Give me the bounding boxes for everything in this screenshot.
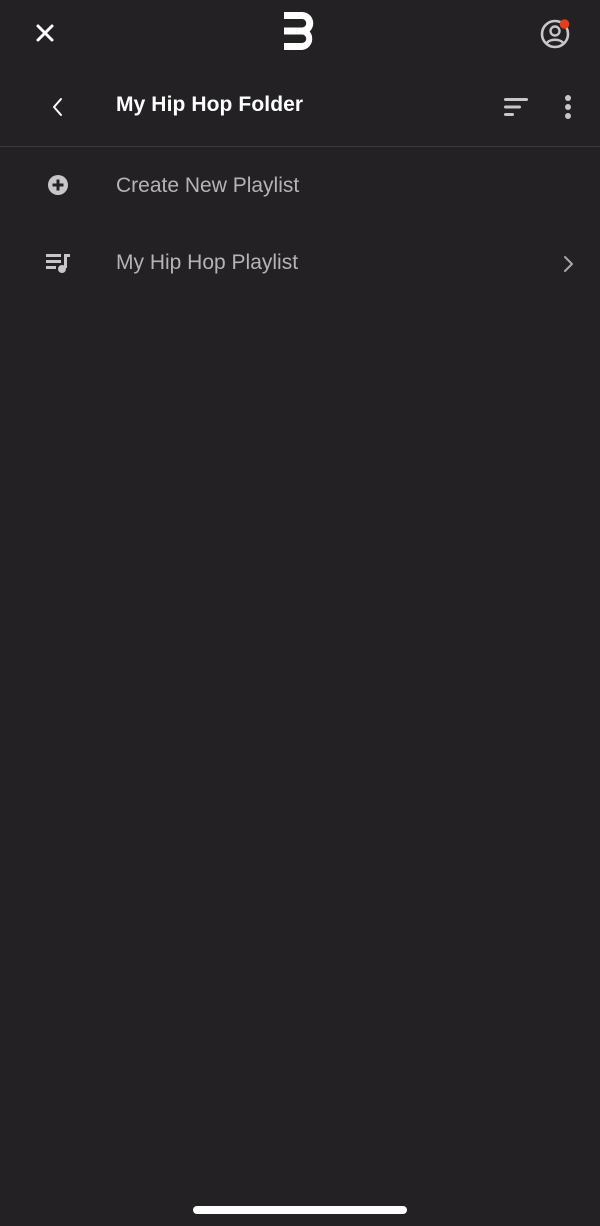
- list-item-label: My Hip Hop Playlist: [116, 251, 299, 274]
- folder-header: My Hip Hop Folder: [0, 66, 600, 147]
- profile-button[interactable]: [538, 16, 574, 52]
- playlist-row[interactable]: My Hip Hop Playlist: [0, 225, 600, 302]
- close-icon: [36, 24, 54, 42]
- create-new-playlist-row[interactable]: Create New Playlist: [0, 148, 600, 225]
- notification-dot: [559, 19, 570, 29]
- playlist-music-icon: [44, 249, 72, 277]
- brand-logo-icon: [284, 12, 314, 50]
- back-button[interactable]: [42, 90, 72, 124]
- chevron-left-icon: [53, 98, 62, 116]
- page-title: My Hip Hop Folder: [116, 93, 304, 116]
- list-item-label: Create New Playlist: [116, 174, 300, 197]
- close-button[interactable]: [30, 18, 60, 48]
- sort-button[interactable]: [500, 92, 534, 122]
- more-options-button[interactable]: [556, 90, 580, 124]
- more-vertical-icon: [565, 95, 571, 119]
- top-bar: [0, 0, 600, 66]
- user-profile-icon: [540, 19, 570, 49]
- home-indicator[interactable]: [193, 1206, 407, 1214]
- brand-logo[interactable]: [280, 10, 320, 52]
- plus-circle-icon: [44, 172, 72, 200]
- chevron-right-icon: [558, 251, 578, 277]
- sort-icon: [504, 98, 528, 116]
- folder-contents-list: Create New Playlist My Hip Hop Playlist: [0, 148, 600, 302]
